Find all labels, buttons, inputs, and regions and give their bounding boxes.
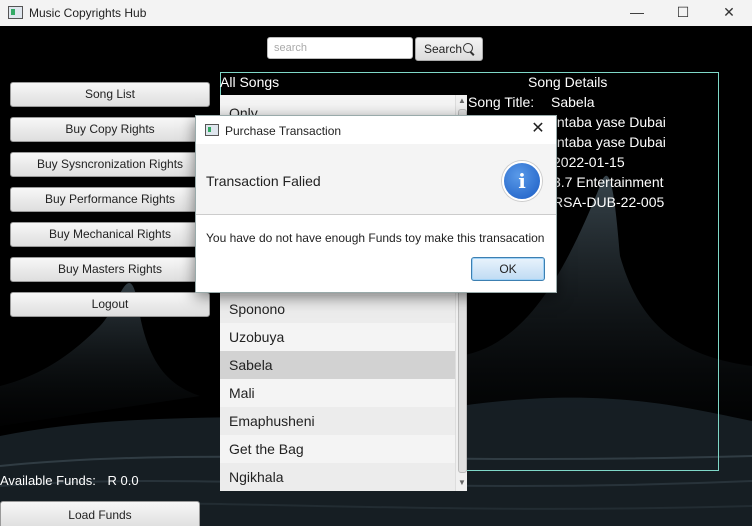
detail-isrc: RSA-DUB-22-005 <box>553 194 665 210</box>
detail-date: 2022-01-15 <box>553 154 625 170</box>
song-title-label: Song Title: <box>468 94 535 110</box>
funds-value: R 0.0 <box>107 473 139 488</box>
list-item[interactable]: Sponono <box>220 295 455 323</box>
search-input[interactable]: search <box>267 37 413 59</box>
dialog-title-bar: Purchase Transaction ✕ <box>196 116 556 144</box>
detail-artist: Intaba yase Dubai <box>553 114 666 130</box>
info-icon: i <box>502 161 542 201</box>
buy-mechanical-rights-button[interactable]: Buy Mechanical Rights <box>10 222 210 247</box>
purchase-transaction-dialog: Purchase Transaction ✕ Transaction Falie… <box>195 115 557 293</box>
dialog-app-icon <box>205 124 219 136</box>
list-item[interactable]: Mali <box>220 379 455 407</box>
ok-button[interactable]: OK <box>471 257 545 281</box>
available-funds: Available Funds: R 0.0 <box>0 473 139 488</box>
maximize-button[interactable]: ☐ <box>660 0 706 26</box>
window-title: Music Copyrights Hub <box>29 6 147 20</box>
list-item[interactable]: Emaphusheni <box>220 407 455 435</box>
dialog-message: You have do not have enough Funds toy ma… <box>206 231 545 245</box>
load-funds-button[interactable]: Load Funds <box>0 501 200 526</box>
detail-album: Intaba yase Dubai <box>553 134 666 150</box>
all-songs-header: All Songs <box>220 74 280 90</box>
buy-performance-rights-button[interactable]: Buy Performance Rights <box>10 187 210 212</box>
song-title-value: Sabela <box>551 94 595 110</box>
dialog-close-button[interactable]: ✕ <box>528 120 548 140</box>
scroll-down-arrow-icon[interactable]: ▼ <box>458 479 466 487</box>
list-item-selected[interactable]: Sabela <box>220 351 455 379</box>
song-list-button[interactable]: Song List <box>10 82 210 107</box>
dialog-title: Purchase Transaction <box>225 124 342 138</box>
close-button[interactable]: ✕ <box>706 0 752 26</box>
detail-label: 3.7 Entertainment <box>553 174 664 190</box>
buy-masters-rights-button[interactable]: Buy Masters Rights <box>10 257 210 282</box>
search-button-label: Search <box>424 42 463 56</box>
buy-sync-rights-button[interactable]: Buy Sysncronization Rights <box>10 152 210 177</box>
app-icon <box>8 6 23 19</box>
search-icon <box>463 43 473 53</box>
funds-label: Available Funds: <box>0 473 96 488</box>
minimize-button[interactable]: — <box>614 0 660 26</box>
scroll-up-arrow-icon[interactable]: ▲ <box>458 97 466 105</box>
song-details-header: Song Details <box>528 74 608 90</box>
list-item[interactable]: Uzobuya <box>220 323 455 351</box>
list-item[interactable]: Ngikhala <box>220 463 455 491</box>
list-item[interactable]: Get the Bag <box>220 435 455 463</box>
dialog-header: Transaction Falied i <box>196 144 556 215</box>
logout-button[interactable]: Logout <box>10 292 210 317</box>
search-button[interactable]: Search <box>415 37 483 61</box>
title-bar: Music Copyrights Hub — ☐ ✕ <box>0 0 752 26</box>
dialog-header-text: Transaction Falied <box>206 173 321 189</box>
buy-copy-rights-button[interactable]: Buy Copy Rights <box>10 117 210 142</box>
